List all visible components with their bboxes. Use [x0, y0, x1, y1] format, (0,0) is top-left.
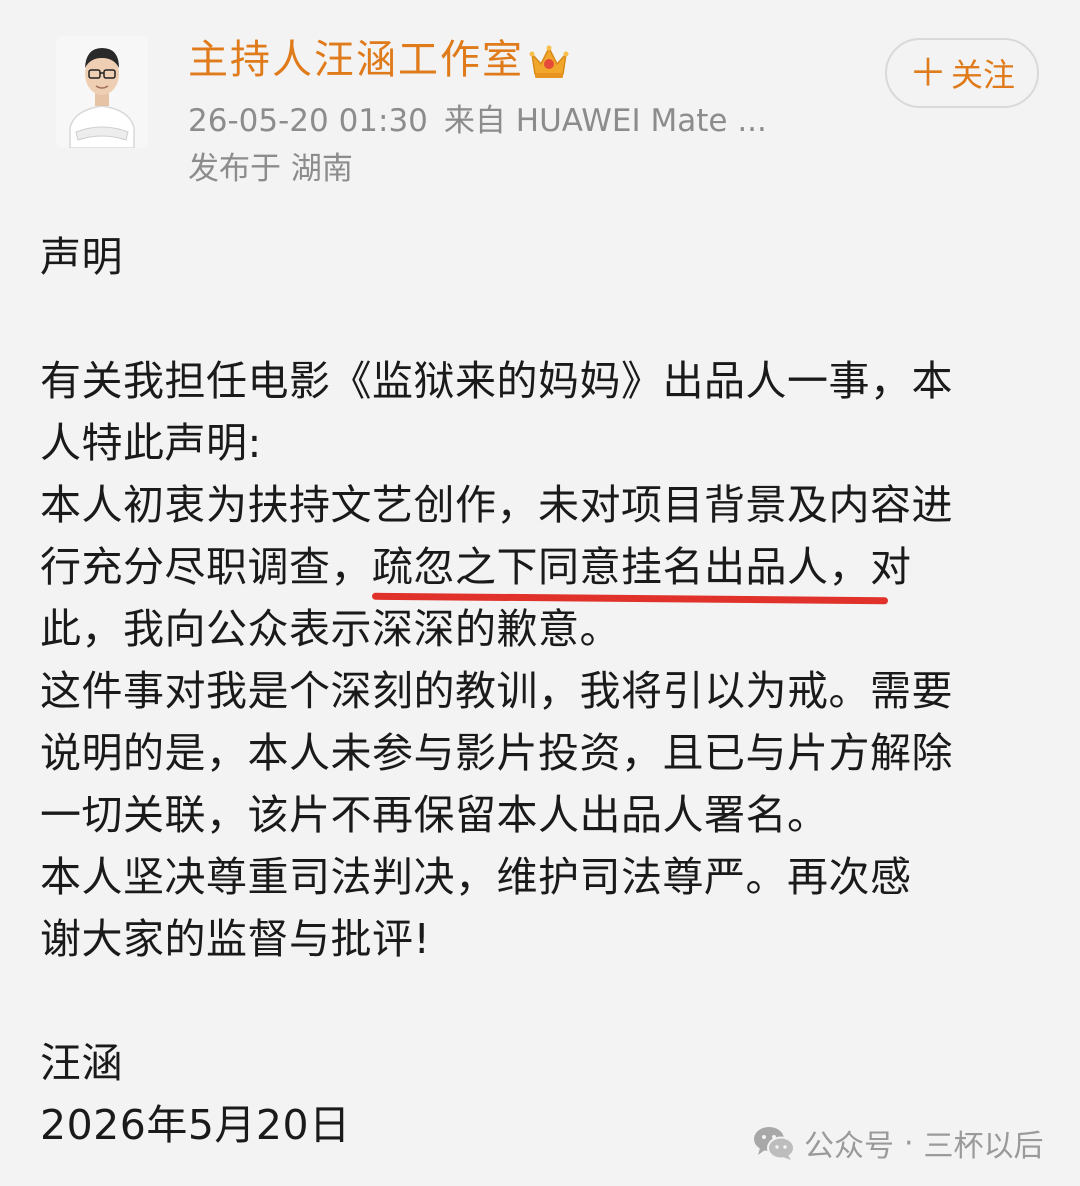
post-line: 有关我担任电影《监狱来的妈妈》出品人一事，本 — [40, 357, 953, 405]
watermark-platform: 公众号 — [804, 1129, 894, 1164]
post-source: 来自 HUAWEI Mate ... — [443, 103, 767, 139]
watermark-account: 三杯以后 — [923, 1129, 1044, 1164]
plus-icon: ＋ — [908, 51, 947, 95]
wechat-icon — [754, 1127, 795, 1160]
account-name[interactable]: 主持人汪涵工作室 — [188, 34, 524, 86]
post-meta: 26-05-20 01:30 来自 HUAWEI Mate ... — [188, 100, 767, 142]
post-line: 行充分尽职调查，疏忽之下同意挂名出品人，对 — [40, 536, 1030, 605]
post-line-segment: 对 — [870, 543, 912, 591]
watermark: 公众号 · 三杯以后 — [752, 1122, 1044, 1164]
crown-icon — [529, 45, 569, 78]
post-line: 本人坚决尊重司法判决，维护司法尊严。再次感 — [40, 853, 912, 901]
post-title: 声明 — [40, 233, 123, 281]
post-line: 一切关联，该片不再保留本人出品人署名。 — [40, 791, 829, 839]
signature: 汪涵 — [40, 1039, 123, 1087]
post-line: 谢大家的监督与批评! — [40, 915, 431, 963]
post-line: 人特此声明: — [40, 419, 262, 467]
avatar-image — [56, 36, 148, 148]
follow-button[interactable]: ＋ 关注 — [885, 38, 1039, 108]
post-line-segment: 行充分尽职调查， — [40, 543, 372, 591]
post-line: 这件事对我是个深刻的教训，我将引以为戒。需要 — [40, 667, 953, 715]
post-timestamp: 26-05-20 01:30 — [188, 103, 428, 139]
follow-label: 关注 — [951, 56, 1016, 94]
avatar[interactable] — [56, 36, 148, 148]
post-body: 声明 有关我担任电影《监狱来的妈妈》出品人一事，本 人特此声明: 本人初衷为扶持… — [40, 226, 1030, 1156]
watermark-separator: · — [904, 1125, 914, 1161]
post-header: 主持人汪涵工作室 26-05-20 01:30 来自 HUAWEI Mate ..… — [0, 0, 1080, 200]
post-line: 说明的是，本人未参与影片投资，且已与片方解除 — [40, 729, 953, 777]
highlighted-segment: 疏忽之下同意挂名出品人， — [372, 543, 870, 591]
post-line: 此，我向公众表示深深的歉意。 — [40, 605, 621, 653]
highlighted-text: 疏忽之下同意挂名出品人， — [371, 536, 889, 605]
post-line: 本人初衷为扶持文艺创作，未对项目背景及内容进 — [40, 481, 953, 529]
post-location: 发布于 湖南 — [188, 151, 353, 187]
